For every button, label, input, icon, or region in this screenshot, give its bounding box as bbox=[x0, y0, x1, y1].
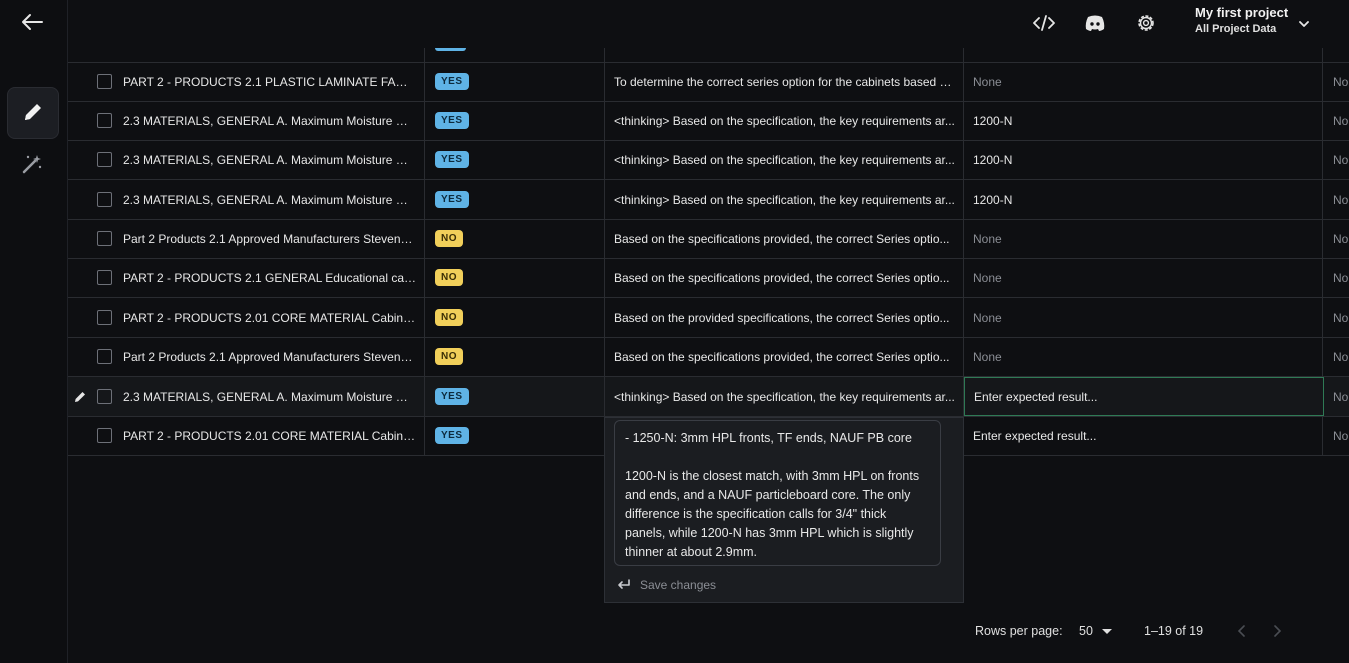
next-page-icon[interactable] bbox=[1269, 622, 1285, 640]
status-badge: YES bbox=[435, 191, 469, 208]
row-checkbox[interactable] bbox=[97, 152, 112, 167]
discord-icon[interactable] bbox=[1082, 10, 1108, 36]
status-badge: NO bbox=[435, 230, 463, 247]
rows-per-page-select[interactable]: 50 bbox=[1079, 624, 1114, 638]
status-badge: NO bbox=[435, 309, 463, 326]
extra-cell: No bbox=[1333, 389, 1349, 404]
table-row[interactable]: 2.3 MATERIALS, GENERAL A. Maximum Moistu… bbox=[68, 101, 1349, 141]
table-row[interactable]: 2.3 MATERIALS, GENERAL A. Maximum Moistu… bbox=[68, 180, 1349, 220]
input-cell: 2.3 MATERIALS, GENERAL A. Maximum Moistu… bbox=[123, 192, 416, 207]
output-text-line: - 1250-N: 3mm HPL fronts, TF ends, NAUF … bbox=[625, 431, 912, 445]
row-checkbox[interactable] bbox=[97, 349, 112, 364]
extra-cell: No bbox=[1333, 310, 1349, 325]
output-cell: <thinking> Based on the specification, t… bbox=[614, 389, 955, 404]
rows-per-page-label: Rows per page: bbox=[975, 624, 1063, 638]
extra-cell: No bbox=[1333, 74, 1349, 89]
input-cell: PART 2 - PRODUCTS 2.1 GENERAL Educationa… bbox=[123, 270, 416, 285]
status-badge: NO bbox=[435, 269, 463, 286]
enter-icon bbox=[618, 579, 630, 589]
pagination: Rows per page: 50 1–19 of 19 bbox=[0, 620, 1349, 644]
row-checkbox[interactable] bbox=[97, 270, 112, 285]
output-cell: <thinking> Based on the specification, t… bbox=[614, 152, 955, 167]
expected-result-input[interactable]: Enter expected result... bbox=[964, 416, 1323, 455]
expected-cell: None bbox=[973, 310, 1002, 325]
expected-result-input[interactable]: Enter expected result... bbox=[964, 377, 1324, 416]
extra-cell: No bbox=[1333, 428, 1349, 443]
input-cell: PART 2 - PRODUCTS 2.01 CORE MATERIAL Cab… bbox=[123, 310, 416, 325]
expected-cell: None bbox=[973, 349, 1002, 364]
expected-cell: None bbox=[973, 270, 1002, 285]
status-badge: YES bbox=[435, 73, 469, 90]
expected-cell: 1200-N bbox=[973, 192, 1013, 207]
chevron-down-icon bbox=[1299, 17, 1309, 31]
left-rail bbox=[0, 0, 68, 663]
caret-down-icon bbox=[1101, 629, 1112, 634]
status-badge: YES bbox=[435, 388, 469, 405]
output-editor-popover: - 1250-N: 3mm HPL fronts, TF ends, NAUF … bbox=[604, 417, 964, 603]
row-checkbox[interactable] bbox=[97, 389, 112, 404]
expected-result-placeholder: Enter expected result... bbox=[973, 428, 1097, 443]
pagination-range: 1–19 of 19 bbox=[1144, 624, 1204, 638]
table-row[interactable]: PART 2 - PRODUCTS 2.1 GENERAL Educationa… bbox=[68, 258, 1349, 298]
row-checkbox[interactable] bbox=[97, 231, 112, 246]
expected-cell: None bbox=[973, 74, 1002, 89]
table-row-editing[interactable]: 2.3 MATERIALS, GENERAL A. Maximum Moistu… bbox=[68, 377, 1349, 417]
input-cell: 2.3 MATERIALS, GENERAL A. Maximum Moistu… bbox=[123, 113, 416, 128]
expected-cell: 1200-N bbox=[973, 113, 1013, 128]
table-row[interactable]: PART 2 - PRODUCTS 2.01 CORE MATERIAL Cab… bbox=[68, 298, 1349, 338]
output-cell: Based on the specifications provided, th… bbox=[614, 270, 950, 285]
top-bar: My first project All Project Data bbox=[68, 0, 1349, 48]
status-badge: YES bbox=[435, 427, 469, 444]
status-badge: YES bbox=[435, 151, 469, 168]
output-cell: <thinking> Based on the specification, t… bbox=[614, 192, 955, 207]
edit-mode-button[interactable] bbox=[7, 87, 59, 139]
extra-cell: No bbox=[1333, 270, 1349, 285]
output-textarea[interactable]: - 1250-N: 3mm HPL fronts, TF ends, NAUF … bbox=[614, 420, 941, 566]
status-badge: YES bbox=[435, 112, 469, 129]
table-row[interactable]: PART 2 - PRODUCTS 2.1 PLASTIC LAMINATE F… bbox=[68, 62, 1349, 102]
input-cell: Part 2 Products 2.1 Approved Manufacture… bbox=[123, 349, 416, 364]
magic-wand-icon[interactable] bbox=[19, 151, 45, 177]
row-checkbox[interactable] bbox=[97, 113, 112, 128]
extra-cell: No bbox=[1333, 192, 1349, 207]
input-cell: PART 2 - PRODUCTS 2.01 CORE MATERIAL Cab… bbox=[123, 428, 416, 443]
row-checkbox[interactable] bbox=[97, 74, 112, 89]
pencil-icon bbox=[22, 101, 44, 126]
save-changes-button[interactable]: Save changes bbox=[617, 578, 716, 592]
table-row[interactable]: Part 2 Products 2.1 Approved Manufacture… bbox=[68, 219, 1349, 259]
input-cell: PART 2 - PRODUCTS 2.1 PLASTIC LAMINATE F… bbox=[123, 74, 416, 89]
extra-cell: No bbox=[1333, 349, 1349, 364]
status-badge: NO bbox=[435, 348, 463, 365]
gear-icon[interactable] bbox=[1133, 10, 1159, 36]
expected-cell: None bbox=[973, 231, 1002, 246]
input-cell: 2.3 MATERIALS, GENERAL A. Maximum Moistu… bbox=[123, 389, 416, 404]
input-cell: 2.3 MATERIALS, GENERAL A. Maximum Moistu… bbox=[123, 152, 416, 167]
output-cell: Based on the specifications provided, th… bbox=[614, 231, 950, 246]
table-row[interactable]: Part 2 Products 2.1 Approved Manufacture… bbox=[68, 337, 1349, 377]
table-row-partial bbox=[68, 41, 1349, 63]
save-changes-label: Save changes bbox=[640, 578, 717, 592]
extra-cell: No bbox=[1333, 231, 1349, 246]
row-checkbox[interactable] bbox=[97, 192, 112, 207]
extra-cell: No bbox=[1333, 113, 1349, 128]
extra-cell: No bbox=[1333, 152, 1349, 167]
expected-cell: 1200-N bbox=[973, 152, 1013, 167]
row-checkbox[interactable] bbox=[97, 428, 112, 443]
table-row[interactable]: 2.3 MATERIALS, GENERAL A. Maximum Moistu… bbox=[68, 140, 1349, 180]
project-selector[interactable]: My first project All Project Data bbox=[1195, 5, 1325, 35]
row-checkbox[interactable] bbox=[97, 310, 112, 325]
output-cell: Based on the specifications provided, th… bbox=[614, 349, 950, 364]
code-icon[interactable] bbox=[1031, 10, 1057, 36]
expected-result-placeholder: Enter expected result... bbox=[974, 389, 1098, 404]
back-arrow-icon[interactable] bbox=[19, 10, 45, 34]
input-cell: Part 2 Products 2.1 Approved Manufacture… bbox=[123, 231, 416, 246]
previous-page-icon[interactable] bbox=[1234, 622, 1250, 640]
output-text-paragraph: 1200-N is the closest match, with 3mm HP… bbox=[625, 469, 920, 559]
output-cell: To determine the correct series option f… bbox=[614, 74, 957, 89]
output-cell: Based on the provided specifications, th… bbox=[614, 310, 950, 325]
output-cell: <thinking> Based on the specification, t… bbox=[614, 113, 955, 128]
rows-per-page-value: 50 bbox=[1079, 624, 1093, 638]
